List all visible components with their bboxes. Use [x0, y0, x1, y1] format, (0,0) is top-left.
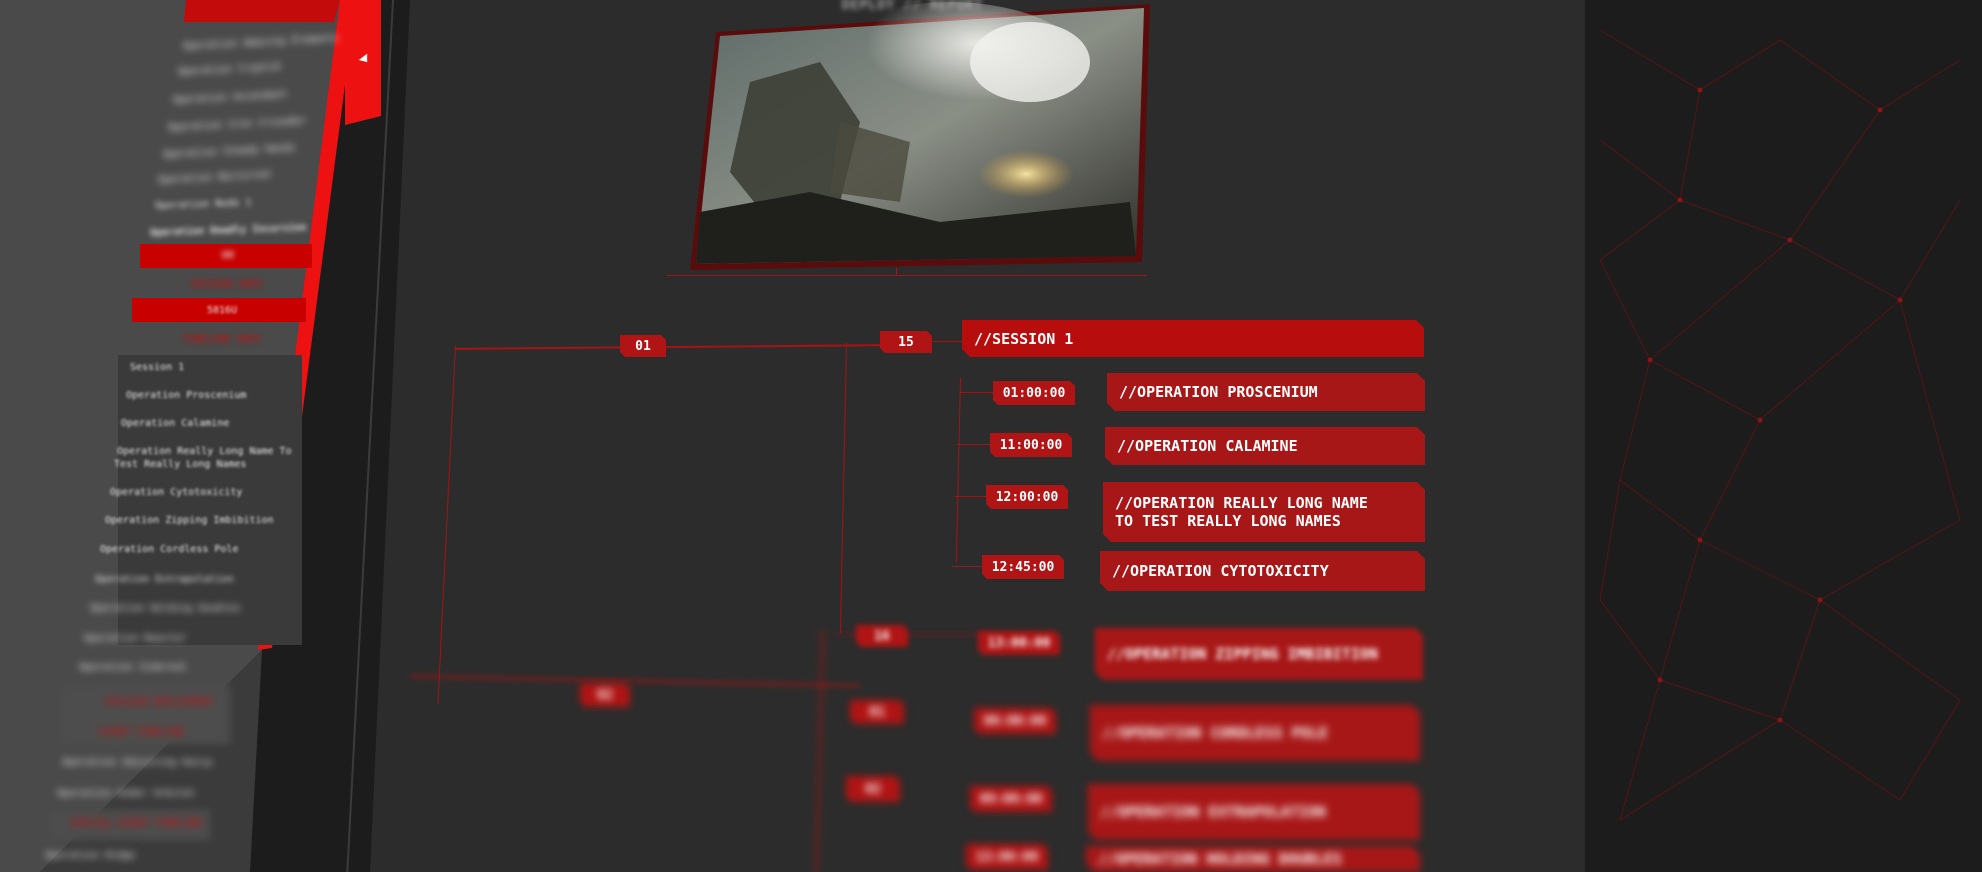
- operation-item[interactable]: //OPERATION PROSCENIUM: [1107, 373, 1425, 411]
- operation-time-tag[interactable]: 12:45:00: [982, 555, 1064, 579]
- sidebar-session-item-continued: Test Really Long Names: [114, 459, 247, 470]
- operation-item[interactable]: //OPERATION EXTRAPOLATION: [1088, 784, 1420, 840]
- session-number-tag[interactable]: 15: [880, 331, 932, 353]
- session-number-tag[interactable]: 02: [846, 776, 900, 802]
- chevron-left-icon: ◀: [358, 48, 368, 68]
- sidebar-session-item[interactable]: Operation Cytotoxicity: [110, 487, 242, 498]
- sidebar-session-item[interactable]: Operation Zipping Imbibition: [105, 515, 274, 526]
- sidebar: ◀ Operation Amazing Elements Operation C…: [0, 0, 381, 872]
- session-number-tag[interactable]: 16: [856, 625, 908, 647]
- operation-time-tag[interactable]: 11:00:00: [990, 433, 1072, 457]
- sidebar-session-item[interactable]: Operation Calamine: [121, 418, 229, 429]
- sidebar-session-item[interactable]: Operation Really Long Name To: [117, 446, 292, 457]
- operation-item[interactable]: //OPERATION CYTOTOXICITY: [1100, 551, 1425, 591]
- operation-item[interactable]: //OPERATION HOLDING DOUBLES: [1086, 846, 1420, 872]
- operation-item[interactable]: //OPERATION CALAMINE: [1105, 427, 1425, 465]
- sidebar-subheading: SESSION INFO: [190, 279, 263, 290]
- operation-label-line: //OPERATION REALLY LONG NAME: [1115, 494, 1368, 512]
- tree-line: [952, 566, 984, 567]
- sidebar-item[interactable]: Operation Adjusting Daisy: [62, 757, 213, 768]
- day-number-tag[interactable]: 02: [580, 683, 630, 707]
- sidebar-session-item[interactable]: Operation Sidereal: [79, 662, 187, 673]
- sidebar-session-item[interactable]: Operation Extrapolation: [95, 574, 233, 585]
- operation-time-tag[interactable]: 12:00:00: [986, 485, 1068, 509]
- sidebar-session-item[interactable]: Operation Proscenium: [126, 390, 246, 401]
- operation-time-tag[interactable]: 01:00:00: [993, 381, 1075, 405]
- sidebar-subheading: TIMELINE INFO: [182, 334, 261, 345]
- tree-line: [960, 392, 995, 393]
- operation-item[interactable]: //OPERATION ZIPPING IMBIBITION: [1095, 628, 1423, 680]
- sidebar-item[interactable]: Operation Ridge: [45, 850, 135, 861]
- sidebar-session-item[interactable]: Operation Holding Doubles: [90, 603, 241, 614]
- sidebar-item[interactable]: Operation Under Orbital: [57, 788, 195, 799]
- operation-time-tag[interactable]: 00:00:00: [974, 708, 1056, 734]
- session-header[interactable]: //SESSION 1: [962, 320, 1424, 357]
- session-number-tag[interactable]: 01: [850, 700, 904, 724]
- day-number-tag[interactable]: 01: [620, 335, 666, 357]
- sidebar-session-item[interactable]: Operation Cordless Pole: [100, 544, 238, 555]
- operation-label-line: TO TEST REALLY LONG NAMES: [1115, 512, 1341, 530]
- tree-line: [933, 341, 963, 342]
- hero-image: [690, 2, 1150, 270]
- tree-line: [955, 496, 988, 497]
- sidebar-subheading: SESSION DEPLOYMENT: [105, 697, 214, 708]
- sidebar-session-item[interactable]: Session 1: [130, 362, 184, 373]
- operation-time-tag[interactable]: 13:00:00: [966, 844, 1048, 870]
- operation-time-tag[interactable]: 09:00:00: [970, 786, 1052, 812]
- sidebar-session-item[interactable]: Operation Reactor: [84, 633, 186, 644]
- tree-line: [896, 268, 897, 276]
- sidebar-band-label: 5816U: [207, 305, 238, 316]
- operation-time-tag[interactable]: 13:00:00: [978, 631, 1060, 655]
- tree-line: [957, 444, 990, 445]
- tree-line: [667, 275, 1147, 276]
- sidebar-subheading: SPECIAL EVENT TIMELINE: [70, 818, 203, 829]
- collapse-sidebar-button[interactable]: ◀: [345, 0, 381, 126]
- operation-item[interactable]: //OPERATION CORDLESS POLE: [1090, 705, 1420, 761]
- sidebar-subheading: EVENT TIMELINE: [100, 727, 185, 738]
- operation-item[interactable]: //OPERATION REALLY LONG NAME TO TEST REA…: [1103, 482, 1425, 542]
- sidebar-band-label: UV: [222, 250, 235, 261]
